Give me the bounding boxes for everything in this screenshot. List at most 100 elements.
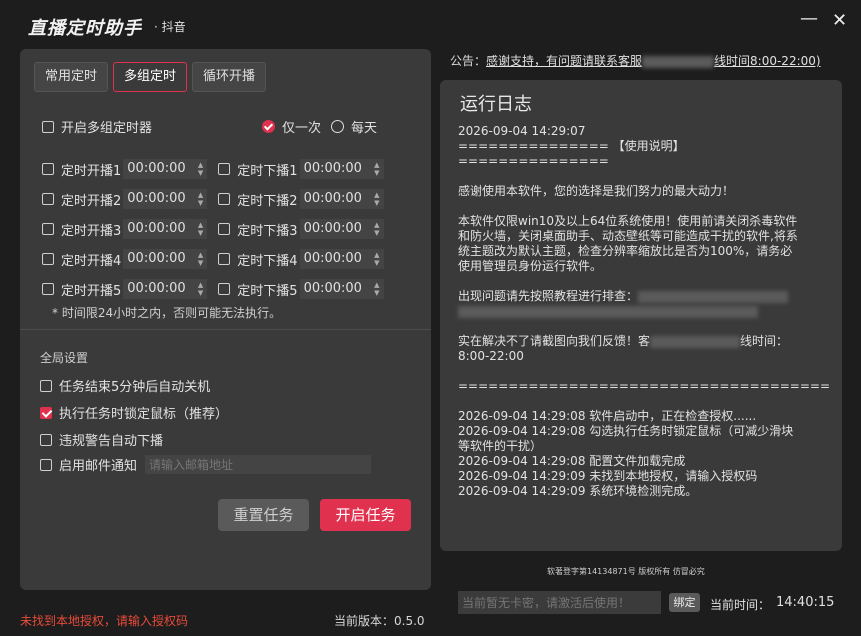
auto-shutdown-option[interactable]: 任务结束5分钟后自动关机 (40, 376, 210, 395)
run-log-panel: 运行日志 2026-09-04 14:29:07 ===============… (440, 80, 842, 551)
email-notify-label: 启用邮件通知 (59, 459, 138, 474)
spin-icon[interactable]: ▲ ▼ (198, 281, 203, 297)
minimize-icon[interactable]: — (800, 8, 818, 29)
start-2-checkbox[interactable] (42, 193, 54, 205)
spin-icon[interactable]: ▲ ▼ (374, 281, 379, 297)
close-icon[interactable]: ✕ (832, 10, 847, 31)
log-line: 出现问题请先按照教程进行排查： (458, 289, 803, 304)
app-subtitle: · 抖音 (154, 20, 186, 34)
stop-3-time-value: 00:00:00 (303, 221, 362, 236)
app-window: 直播定时助手 · 抖音 — ✕ 常用定时 多组定时 循环开播 开启多组定时器 仅… (0, 0, 861, 636)
auto-shutdown-checkbox[interactable] (40, 379, 52, 392)
start-4-time-value: 00:00:00 (127, 251, 186, 266)
start-3-checkbox[interactable] (42, 223, 54, 235)
stop-1-time-input[interactable]: 00:00:00 ▲ ▼ (299, 159, 384, 179)
auto-stop-on-warning-checkbox[interactable] (40, 433, 52, 446)
app-title: 直播定时助手 (28, 18, 142, 39)
redacted-contact (642, 55, 715, 68)
start-5-checkbox[interactable] (42, 283, 54, 295)
group-row-3: 定时开播3 00:00:00 ▲ ▼ 定时下播3 00:00:00 ▲ ▼ (42, 219, 384, 239)
tab-common-timer[interactable]: 常用定时 (34, 62, 109, 92)
announcement-hours: 线时间8:00-22:00) (714, 54, 821, 68)
spin-icon[interactable]: ▲ ▼ (374, 161, 379, 177)
start-1-label: 定时开播1 (61, 163, 122, 179)
start-3-label: 定时开播3 (61, 223, 122, 239)
stop-5-time-input[interactable]: 00:00:00 ▲ ▼ (299, 279, 384, 299)
email-input[interactable] (145, 455, 372, 474)
tab-bar: 常用定时 多组定时 循环开播 (34, 62, 267, 92)
announcement-text: 感谢支持，有问题请联系客服 (486, 54, 643, 68)
start-4-label: 定时开播4 (61, 253, 122, 269)
repeat-once-option[interactable]: 仅一次 (262, 117, 321, 136)
log-line: 8:00-22:00 (458, 349, 524, 363)
stop-2-checkbox[interactable] (218, 193, 231, 205)
stop-4-label: 定时下播4 (237, 253, 298, 269)
stop-3-time-input[interactable]: 00:00:00 ▲ ▼ (299, 219, 384, 239)
start-task-button[interactable]: 开启任务 (320, 499, 411, 531)
stop-2-label: 定时下播2 (237, 193, 298, 209)
start-4-checkbox[interactable] (42, 253, 54, 265)
enable-multi-timer-checkbox[interactable] (42, 120, 54, 133)
redacted-link (638, 290, 789, 303)
spin-icon[interactable]: ▲ ▼ (198, 251, 203, 267)
start-5-time-value: 00:00:00 (127, 281, 186, 296)
repeat-daily-radio[interactable] (331, 120, 344, 133)
stop-5-checkbox[interactable] (218, 283, 231, 295)
start-1-checkbox[interactable] (42, 163, 54, 175)
stop-4-checkbox[interactable] (218, 253, 231, 265)
enable-multi-timer-row[interactable]: 开启多组定时器 (42, 117, 152, 136)
auto-stop-on-warning-label: 违规警告自动下播 (59, 434, 164, 449)
email-notify-checkbox[interactable] (40, 458, 52, 471)
stop-5-label: 定时下播5 (237, 283, 298, 299)
global-settings-heading: 全局设置 (40, 351, 89, 365)
announcement-link[interactable]: 感谢支持，有问题请联系客服 线时间8:00-22:00) (486, 54, 821, 68)
start-3-time-input[interactable]: 00:00:00 ▲ ▼ (123, 219, 208, 239)
repeat-daily-label: 每天 (351, 121, 378, 136)
start-1-time-input[interactable]: 00:00:00 ▲ ▼ (123, 159, 208, 179)
start-1-time-value: 00:00:00 (127, 161, 186, 176)
email-notify-option[interactable]: 启用邮件通知 (40, 455, 372, 474)
lock-mouse-option[interactable]: 执行任务时锁定鼠标（推荐） (40, 403, 228, 422)
stop-3-checkbox[interactable] (218, 223, 231, 235)
log-line: 2026-09-04 14:29:09 系统环境检测完成。 (458, 484, 698, 498)
enable-multi-timer-label: 开启多组定时器 (61, 121, 153, 136)
start-2-time-value: 00:00:00 (127, 191, 186, 206)
spin-icon[interactable]: ▲ ▼ (374, 191, 379, 207)
spin-icon[interactable]: ▲ ▼ (198, 161, 203, 177)
group-row-5: 定时开播5 00:00:00 ▲ ▼ 定时下播5 00:00:00 ▲ ▼ (42, 279, 384, 299)
log-line: 实在解决不了请截图向我们反馈！客 线时间： (458, 334, 803, 349)
stop-2-time-input[interactable]: 00:00:00 ▲ ▼ (299, 189, 384, 209)
group-row-1: 定时开播1 00:00:00 ▲ ▼ 定时下播1 00:00:00 ▲ ▼ (42, 159, 384, 179)
start-4-time-input[interactable]: 00:00:00 ▲ ▼ (123, 249, 208, 269)
log-line: 2026-09-04 14:29:08 勾选执行任务时锁定鼠标（可减少滑块等软件… (458, 424, 794, 453)
announcement-prefix: 公告： (450, 54, 487, 68)
start-2-time-input[interactable]: 00:00:00 ▲ ▼ (123, 189, 208, 209)
repeat-daily-option[interactable]: 每天 (331, 117, 377, 136)
spin-icon[interactable]: ▲ ▼ (198, 221, 203, 237)
group-row-4: 定时开播4 00:00:00 ▲ ▼ 定时下播4 00:00:00 ▲ ▼ (42, 249, 384, 269)
divider (20, 329, 431, 330)
start-5-time-input[interactable]: 00:00:00 ▲ ▼ (123, 279, 208, 299)
log-line: 本软件仅限win10及以上64位系统使用！使用前请关闭杀毒软件和防火墙，关闭桌面… (458, 214, 798, 273)
log-line: 2026-09-04 14:29:08 软件启动中，正在检查授权...... (458, 409, 757, 423)
bind-button[interactable]: 绑定 (669, 593, 700, 612)
tab-multi-timer[interactable]: 多组定时 (113, 62, 188, 92)
run-log-body[interactable]: 2026-09-04 14:29:07 =============== 【使用说… (458, 124, 830, 499)
lock-mouse-label: 执行任务时锁定鼠标（推荐） (59, 407, 229, 422)
reset-task-button[interactable]: 重置任务 (218, 499, 309, 531)
stop-4-time-input[interactable]: 00:00:00 ▲ ▼ (299, 249, 384, 269)
spin-icon[interactable]: ▲ ▼ (374, 221, 379, 237)
log-line-text: 出现问题请先按照教程进行排查： (458, 289, 639, 303)
lock-mouse-checkbox[interactable] (40, 406, 52, 419)
log-line-text: 实在解决不了请截图向我们反馈！客 (458, 334, 651, 348)
spin-icon[interactable]: ▲ ▼ (374, 251, 379, 267)
auto-stop-on-warning-option[interactable]: 违规警告自动下播 (40, 430, 163, 449)
repeat-once-radio[interactable] (262, 120, 275, 133)
stop-1-checkbox[interactable] (218, 163, 231, 175)
auto-shutdown-label: 任务结束5分钟后自动关机 (59, 380, 211, 395)
card-key-input[interactable] (458, 591, 661, 614)
log-line: 感谢使用本软件，您的选择是我们努力的最大动力！ (458, 184, 735, 198)
spin-icon[interactable]: ▲ ▼ (198, 191, 203, 207)
redacted-contact (650, 335, 741, 348)
tab-loop-stream[interactable]: 循环开播 (192, 62, 267, 92)
